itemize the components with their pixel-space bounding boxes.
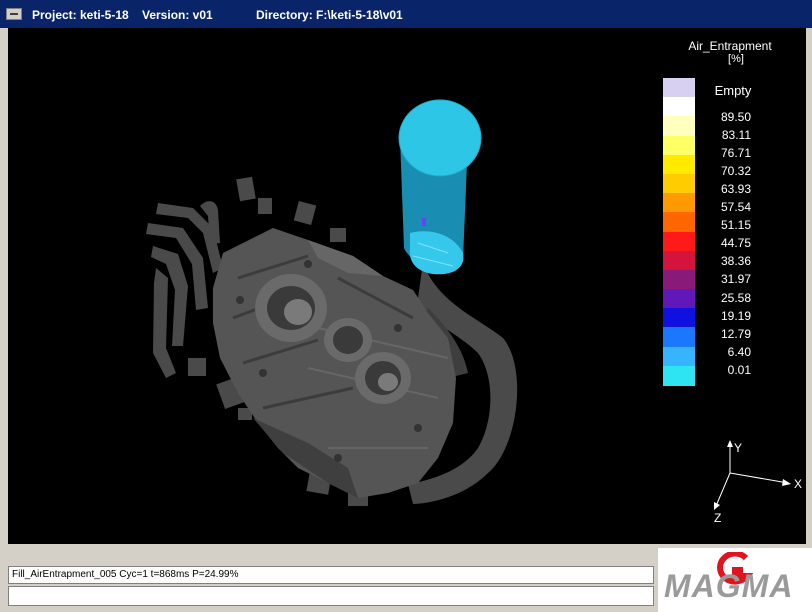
application-window: Project: keti-5-18 Version: v01 Director… — [0, 0, 812, 612]
legend-swatch — [663, 173, 695, 194]
overflow — [258, 198, 272, 214]
axis-x-label: X — [794, 477, 802, 491]
legend-swatch — [663, 193, 695, 213]
legend-value-label: 89.50 — [720, 110, 751, 124]
legend-value-label: 0.01 — [727, 362, 751, 377]
legend-swatch — [663, 97, 695, 117]
legend-swatch — [663, 365, 695, 386]
legend-value-label: 76.71 — [720, 146, 751, 161]
legend-value-label: 25.58 — [720, 290, 751, 305]
legend-value-label: 63.93 — [720, 182, 751, 197]
legend-swatch — [663, 135, 695, 156]
gate-runner — [153, 268, 176, 378]
color-legend-bar — [663, 78, 695, 386]
overflow — [330, 228, 346, 242]
logo-text: MAGMA — [664, 568, 794, 604]
legend-value-label: 31.97 — [720, 272, 751, 287]
axis-z-label: Z — [714, 511, 721, 525]
bore — [378, 373, 398, 391]
overflow — [188, 358, 206, 376]
project-label: Project: keti-5-18 — [32, 8, 129, 22]
legend-swatch — [663, 231, 695, 252]
title-bar: Project: keti-5-18 Version: v01 Director… — [0, 0, 812, 28]
legend-swatch — [663, 154, 695, 175]
bore — [284, 299, 312, 325]
legend-swatch — [663, 327, 695, 348]
legend-value-label: 12.79 — [720, 326, 751, 341]
status-panel: Fill_AirEntrapment_005 Cyc=1 t=868ms P=2… — [8, 548, 656, 610]
legend-value-label: 6.40 — [727, 344, 751, 359]
legend-title: Air_Entrapment — [688, 39, 772, 53]
bore — [333, 326, 363, 354]
legend-empty-label: Empty — [714, 83, 752, 98]
system-menu-icon[interactable] — [6, 8, 22, 20]
legend-unit: [%] — [728, 53, 744, 65]
legend-swatch — [663, 289, 695, 309]
legend-value-label: 44.75 — [720, 236, 751, 251]
status-field-message — [8, 586, 654, 606]
axis-y-label: Y — [734, 441, 742, 455]
overflow — [236, 176, 256, 202]
legend-value-label: 19.19 — [720, 308, 751, 323]
axis-triad: Y X Z — [714, 440, 802, 525]
legend-swatch — [663, 116, 695, 137]
legend-value-label: 51.15 — [720, 218, 751, 233]
legend-swatch — [663, 250, 695, 271]
directory-label: Directory: F:\keti-5-18\v01 — [256, 8, 403, 22]
legend-swatch — [663, 78, 695, 98]
legend-swatch — [663, 308, 695, 328]
3d-viewport[interactable]: Air_Entrapment [%] Empty 89.50 83.11 76.71… — [8, 28, 806, 544]
status-field-result: Fill_AirEntrapment_005 Cyc=1 t=868ms P=2… — [8, 566, 654, 584]
legend-value-label: 70.32 — [720, 164, 751, 179]
legend-swatch — [663, 346, 695, 367]
version-label: Version: v01 — [142, 8, 213, 22]
legend-value-label: 57.54 — [720, 200, 751, 215]
legend-swatch — [663, 269, 695, 290]
legend-value-label: 83.11 — [721, 128, 751, 143]
legend-value-label: 38.36 — [720, 254, 751, 269]
overflow — [293, 201, 317, 225]
legend-swatch — [663, 212, 695, 232]
magma-logo: MAGMA — [658, 548, 812, 612]
